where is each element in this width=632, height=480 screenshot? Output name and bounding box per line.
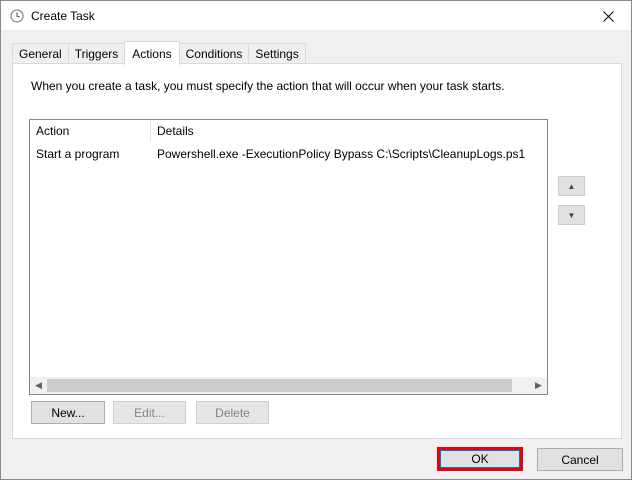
- triangle-down-icon: ▼: [567, 210, 576, 220]
- move-down-button[interactable]: ▼: [558, 205, 585, 225]
- row-details-cell: Powershell.exe -ExecutionPolicy Bypass C…: [157, 146, 526, 161]
- table-row[interactable]: Start a program Powershell.exe -Executio…: [30, 143, 547, 164]
- new-action-button[interactable]: New...: [31, 401, 105, 424]
- move-up-button[interactable]: ▲: [558, 176, 585, 196]
- actions-description: When you create a task, you must specify…: [31, 79, 505, 93]
- triangle-up-icon: ▲: [567, 181, 576, 191]
- horizontal-scrollbar[interactable]: ◀ ▶: [30, 377, 547, 394]
- window-title: Create Task: [31, 9, 95, 23]
- column-header-action[interactable]: Action: [30, 120, 151, 142]
- column-header-details[interactable]: Details: [151, 120, 547, 142]
- close-icon: [602, 10, 614, 22]
- create-task-dialog: Create Task General Triggers Actions Con…: [0, 0, 632, 480]
- scrollbar-thumb[interactable]: [47, 379, 512, 392]
- ok-button[interactable]: OK: [437, 447, 523, 471]
- task-scheduler-clock-icon: [10, 9, 24, 23]
- tab-settings[interactable]: Settings: [248, 43, 306, 64]
- row-action-cell: Start a program: [36, 146, 120, 161]
- close-button[interactable]: [585, 1, 631, 31]
- actions-tab-panel: When you create a task, you must specify…: [12, 63, 622, 439]
- cancel-button[interactable]: Cancel: [537, 448, 623, 471]
- delete-action-button[interactable]: Delete: [196, 401, 269, 424]
- title-bar[interactable]: Create Task: [1, 1, 631, 31]
- tab-strip: General Triggers Actions Conditions Sett…: [12, 41, 306, 65]
- list-header: Action Details: [30, 120, 547, 142]
- scroll-right-arrow-icon[interactable]: ▶: [530, 377, 547, 394]
- ok-button-label: OK: [440, 450, 520, 468]
- tab-general[interactable]: General: [12, 43, 69, 64]
- tab-actions[interactable]: Actions: [124, 41, 180, 65]
- tab-triggers[interactable]: Triggers: [67, 43, 126, 64]
- tab-conditions[interactable]: Conditions: [178, 43, 250, 64]
- edit-action-button[interactable]: Edit...: [113, 401, 186, 424]
- actions-list[interactable]: Action Details Start a program Powershel…: [29, 119, 548, 395]
- scroll-left-arrow-icon[interactable]: ◀: [30, 377, 47, 394]
